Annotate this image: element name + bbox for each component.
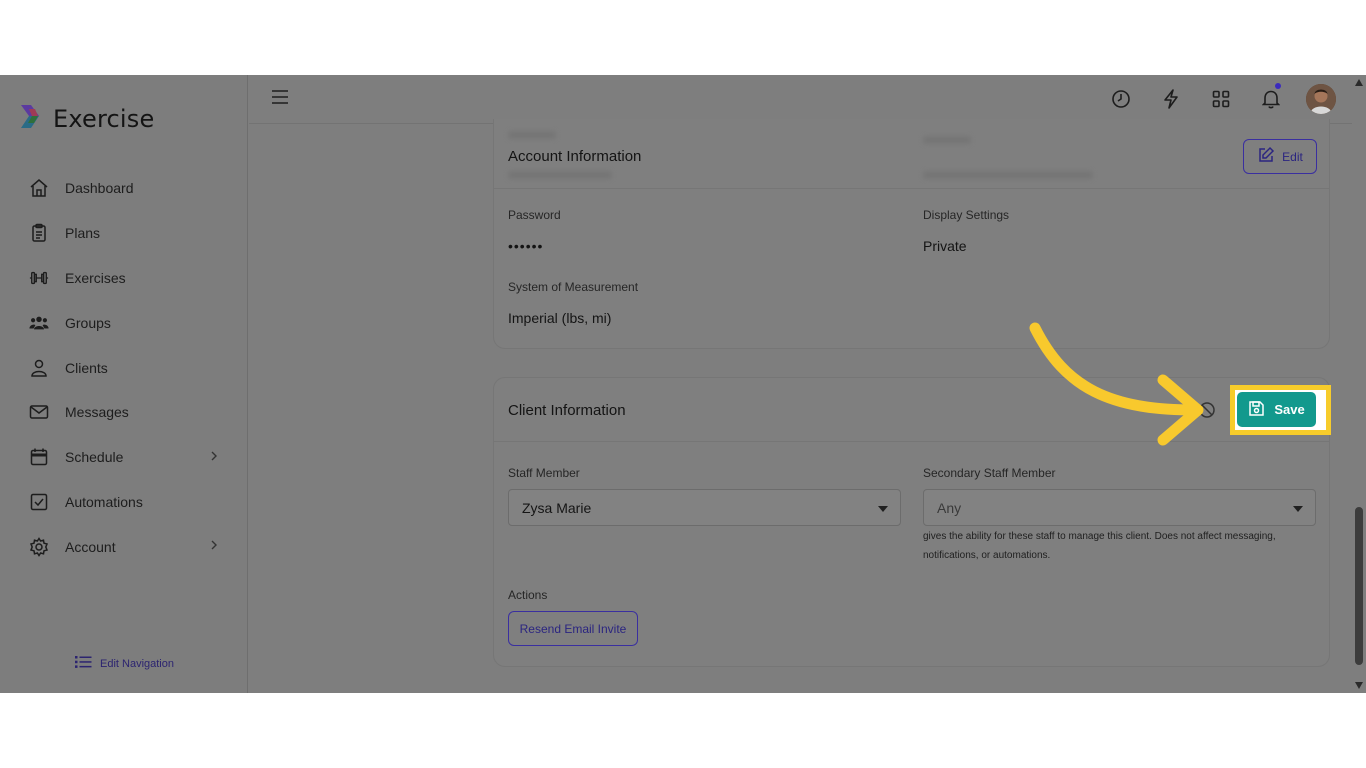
measurement-value: Imperial (lbs, mi) (508, 310, 612, 326)
sidebar-item-label: Automations (65, 493, 143, 510)
notification-dot (1275, 83, 1281, 89)
display-settings-label: Display Settings (923, 208, 1010, 222)
display-settings-value: Private (923, 238, 967, 254)
sidebar-item-label: Plans (65, 225, 101, 242)
caret-down-icon (878, 506, 888, 512)
blurred-text (508, 131, 556, 139)
sidebar-item-label: Messages (65, 404, 129, 421)
sidebar-item-exercises[interactable]: Exercises (0, 256, 248, 301)
top-bar (249, 75, 1366, 124)
gear-icon (29, 536, 49, 557)
scrollbar-thumb[interactable] (1355, 507, 1363, 665)
chevron-right-icon (210, 538, 218, 554)
top-actions (1096, 83, 1336, 114)
client-information-title: Client Information (508, 402, 626, 419)
user-icon (29, 358, 49, 378)
edit-label: Edit (1282, 149, 1303, 164)
chevron-right-icon (210, 449, 218, 465)
actions-label: Actions (508, 588, 548, 602)
sidebar-nav: Dashboard Plans Exercises Groups Clients… (0, 166, 248, 569)
checkbox-icon (29, 492, 49, 512)
menu-icon[interactable] (271, 89, 289, 110)
secondary-staff-help: gives the ability for these staff to man… (923, 531, 1276, 561)
sidebar-item-label: Account (65, 538, 116, 555)
save-button[interactable]: Save (1237, 392, 1316, 427)
sidebar-item-label: Exercises (65, 269, 126, 286)
account-information-title: Account Information (508, 148, 642, 165)
secondary-staff-select[interactable]: Any (923, 489, 1316, 526)
account-information-card: Account Information Edit Password ••••••… (493, 119, 1330, 349)
scrollbar[interactable] (1352, 75, 1366, 693)
sidebar-item-label: Schedule (65, 449, 124, 466)
app-window: Exercise Dashboard Plans Exercises Group… (0, 75, 1366, 693)
sidebar-item-label: Clients (65, 359, 108, 376)
sidebar-item-account[interactable]: Account (0, 524, 248, 569)
staff-member-label: Staff Member (508, 466, 580, 480)
sidebar-item-schedule[interactable]: Schedule (0, 435, 248, 480)
measurement-label: System of Measurement (508, 280, 639, 294)
secondary-staff-label: Secondary Staff Member (923, 466, 1056, 480)
edit-navigation-link[interactable]: Edit Navigation (75, 655, 174, 672)
clock-icon[interactable] (1096, 84, 1146, 114)
app-name: Exercise (53, 105, 155, 133)
save-label: Save (1274, 402, 1305, 417)
clipboard-icon (29, 223, 49, 243)
logo-icon (17, 103, 44, 135)
staff-member-select[interactable]: Zysa Marie (508, 489, 901, 526)
grid-icon[interactable] (1196, 84, 1246, 114)
blurred-text (508, 171, 612, 179)
edit-button[interactable]: Edit (1243, 139, 1317, 174)
edit-navigation-label: Edit Navigation (100, 657, 174, 670)
sidebar-item-label: Groups (65, 314, 111, 331)
secondary-staff-value: Any (937, 499, 962, 516)
list-icon (75, 655, 92, 672)
envelope-icon (29, 402, 49, 422)
sidebar-item-clients[interactable]: Clients (0, 345, 248, 390)
dumbbell-icon (29, 268, 49, 288)
bell-icon[interactable] (1246, 83, 1296, 114)
sidebar-item-automations[interactable]: Automations (0, 480, 248, 525)
lightning-icon[interactable] (1146, 84, 1196, 114)
blurred-text (923, 171, 1093, 179)
home-icon (29, 178, 49, 198)
avatar[interactable] (1306, 84, 1336, 114)
calendar-icon (29, 447, 49, 467)
brand[interactable]: Exercise (17, 103, 154, 135)
users-icon (29, 313, 49, 333)
pointer-arrow-icon (1029, 322, 1204, 446)
resend-email-invite-button[interactable]: Resend Email Invite (508, 611, 638, 646)
edit-icon (1257, 146, 1275, 167)
scroll-up-icon[interactable] (1355, 79, 1363, 86)
save-icon (1248, 400, 1265, 420)
password-label: Password (508, 208, 561, 222)
sidebar-item-messages[interactable]: Messages (0, 390, 248, 435)
caret-down-icon (1293, 506, 1303, 512)
sidebar-item-label: Dashboard (65, 180, 134, 197)
sidebar: Exercise Dashboard Plans Exercises Group… (0, 75, 248, 693)
password-value: •••••• (508, 238, 544, 254)
card-header: Account Information Edit (494, 119, 1329, 189)
blurred-text (923, 136, 971, 144)
sidebar-item-dashboard[interactable]: Dashboard (0, 166, 248, 211)
sidebar-item-plans[interactable]: Plans (0, 211, 248, 256)
sidebar-item-groups[interactable]: Groups (0, 300, 248, 345)
staff-member-value: Zysa Marie (522, 499, 592, 516)
scroll-down-icon[interactable] (1355, 682, 1363, 689)
